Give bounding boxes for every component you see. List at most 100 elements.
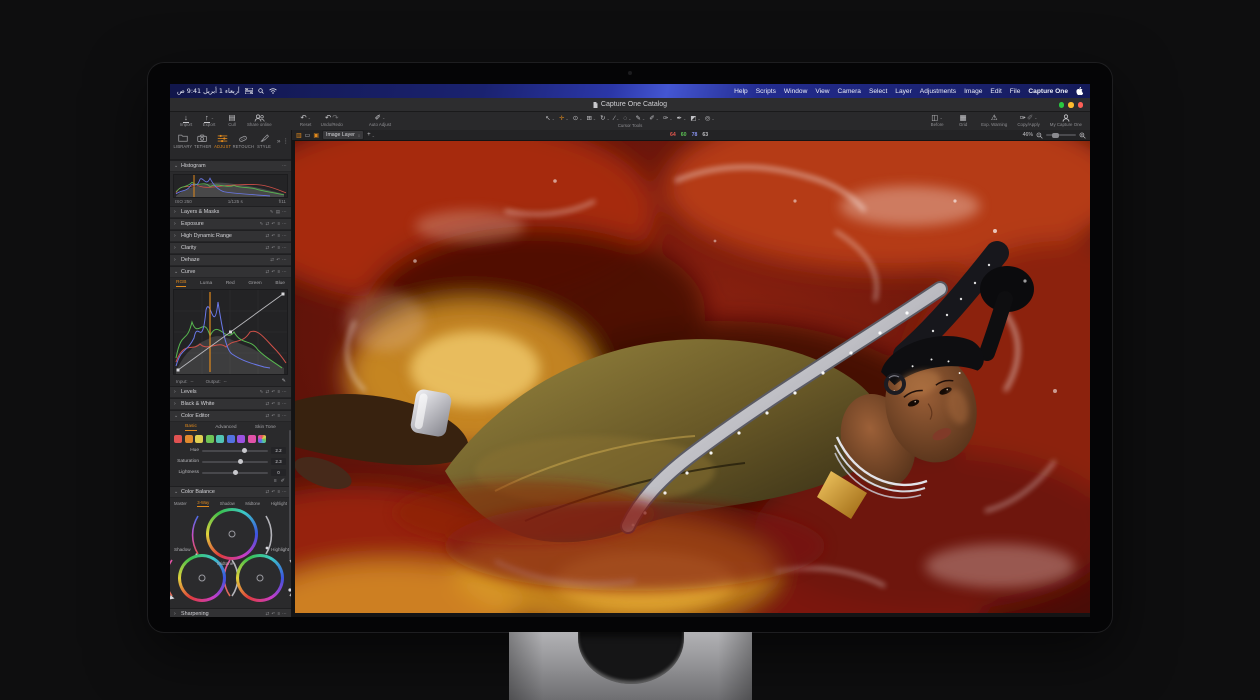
menu-item[interactable]: Help	[734, 88, 748, 95]
add-layer-button[interactable]: +⌄	[367, 132, 375, 138]
panel-color-balance-header[interactable]: ⌄ Color Balance ⇄ ↶ ≡ ⋯	[170, 486, 291, 498]
copy-apply-button[interactable]: ✑✐⌄ Copy/Apply	[1017, 113, 1039, 127]
before-button[interactable]: ◫⌄ Before	[929, 113, 945, 127]
panel-more-icon[interactable]: ⋯	[282, 163, 287, 169]
tab-retouch[interactable]: RETOUCH	[233, 133, 255, 149]
layer-selector[interactable]: Image Layer ↕	[322, 130, 364, 140]
slider-thumb[interactable]	[233, 470, 238, 475]
compare-view-icon[interactable]: ▣	[313, 132, 319, 139]
panel-action-icons[interactable]: ⇄ ↶ ≡ ⋯	[266, 611, 287, 617]
color-editor-tab[interactable]: Advanced	[215, 424, 236, 431]
panel-sharpening[interactable]: › Sharpening ⇄ ↶ ≡ ⋯	[170, 608, 291, 617]
panel-action-icons[interactable]: ⇄ ↶ ≡ ⋯	[266, 401, 287, 407]
panel-action-icons[interactable]: ⇄ ↶ ≡ ⋯	[266, 269, 287, 275]
slider-thumb[interactable]	[242, 448, 247, 453]
panel-layers-masks-header[interactable]: › Layers & Masks ✎ ▤ ⋯	[170, 206, 291, 218]
aqua-swatch[interactable]	[216, 435, 224, 443]
auto-adjust-button[interactable]: ✐⌄ Auto Adjust	[369, 113, 391, 127]
panel-action-icons[interactable]: ✎ ▤ ⋯	[270, 209, 287, 215]
highlight-wheel[interactable]	[236, 554, 284, 602]
undo-redo-button[interactable]: ↶↷ Undo/Redo	[321, 113, 343, 127]
color-balance-tab[interactable]: 3-Way	[197, 499, 209, 507]
erase-mask-tool[interactable]: ✐⌄	[649, 114, 659, 122]
tab-library[interactable]: LIBRARY	[173, 133, 193, 149]
pink-swatch[interactable]	[248, 435, 256, 443]
curve-channel-tab[interactable]: Blue	[275, 280, 285, 287]
multi-view-icon[interactable]: ▥	[296, 132, 302, 139]
slider-track[interactable]	[202, 472, 268, 474]
tab-menu-icon[interactable]: ⋮	[283, 137, 290, 145]
red-swatch[interactable]	[174, 435, 182, 443]
spot-removal-tool[interactable]: ◌⌄	[623, 115, 631, 122]
panel-histogram-header[interactable]: ⌄ Histogram ⋯	[170, 160, 291, 172]
color-balance-tab[interactable]: Shadow	[220, 500, 235, 507]
wifi-icon[interactable]	[269, 88, 277, 94]
curve-channel-tab[interactable]: Luma	[200, 280, 212, 287]
grid-button[interactable]: ▦ Grid	[955, 113, 971, 127]
sidebar-scrollbar[interactable]	[289, 430, 291, 560]
reset-button[interactable]: ↶⌄ Reset	[298, 113, 314, 127]
spotlight-search-icon[interactable]	[258, 88, 264, 94]
select-tool[interactable]: ↖⌄	[545, 114, 555, 122]
curve-graph[interactable]	[173, 289, 288, 375]
panel-exposure[interactable]: › Exposure ✎ ⇄ ↶ ≡ ⋯	[170, 218, 291, 230]
zoom-level-value[interactable]: 46%	[1023, 132, 1033, 138]
tab-adjust[interactable]: ADJUST	[213, 133, 233, 149]
heal-mask-tool[interactable]: ✑⌄	[663, 114, 673, 122]
close-window-button[interactable]	[1078, 102, 1084, 108]
panel-action-icons[interactable]: ✎ ⇄ ↶ ≡ ⋯	[260, 221, 287, 227]
menu-item[interactable]: Edit	[990, 88, 1001, 95]
color-editor-tab[interactable]: Basic	[185, 423, 197, 431]
curve-channel-tab[interactable]: Red	[226, 280, 235, 287]
pan-tool[interactable]: ✛⌄	[559, 114, 569, 122]
curve-channel-tab[interactable]: Green	[248, 280, 261, 287]
zoom-window-button[interactable]	[1059, 102, 1065, 108]
slider-thumb[interactable]	[238, 459, 243, 464]
yellow-swatch[interactable]	[195, 435, 203, 443]
panel-action-icons[interactable]: ⇄ ↶ ≡ ⋯	[266, 233, 287, 239]
cull-button[interactable]: ▤ Cull	[224, 113, 240, 127]
zoom-out-icon[interactable]	[1036, 132, 1043, 139]
export-button[interactable]: ↑⌄ Export	[201, 113, 217, 127]
all-colors-swatch[interactable]	[258, 435, 266, 443]
curve-channel-tab[interactable]: RGB	[176, 279, 186, 287]
rotate-tool[interactable]: ↻⌄	[600, 114, 610, 122]
tab-overflow-icon[interactable]: »	[277, 138, 281, 145]
crop-tool[interactable]: ⊞⌄	[586, 114, 596, 122]
tab-style[interactable]: STYLE	[254, 133, 274, 149]
photo-canvas[interactable]	[292, 141, 1090, 617]
my-capture-one-button[interactable]: My Capture One	[1050, 113, 1082, 127]
midtone-wheel[interactable]	[206, 508, 258, 560]
menu-item[interactable]: Capture One	[1028, 88, 1068, 95]
slider-value[interactable]: 2.3	[271, 458, 286, 465]
color-editor-tab[interactable]: Skin Tone	[255, 424, 276, 431]
zoom-in-icon[interactable]	[1079, 132, 1086, 139]
menu-item[interactable]: Image	[964, 88, 982, 95]
single-view-icon[interactable]: ▭	[305, 132, 311, 139]
slider-track[interactable]	[202, 461, 268, 463]
panel-color-editor-header[interactable]: ⌄ Color Editor ⇄ ↶ ≡ ⋯	[170, 410, 291, 422]
green-swatch[interactable]	[206, 435, 214, 443]
color-editor-list-icon[interactable]: ≡	[274, 478, 277, 486]
slider-track[interactable]	[202, 450, 268, 452]
orange-swatch[interactable]	[185, 435, 193, 443]
zoom-tool[interactable]: ⊙⌄	[573, 114, 583, 122]
menu-item[interactable]: Scripts	[756, 88, 776, 95]
menu-item[interactable]: View	[815, 88, 829, 95]
magic-brush-tool[interactable]: ◎⌄	[705, 114, 715, 122]
slider-value[interactable]: 2.2	[271, 447, 286, 454]
control-center-icon[interactable]	[245, 88, 253, 94]
zoom-slider-thumb[interactable]	[1052, 133, 1059, 138]
exposure-warning-button[interactable]: ⚠ Exp. Warning	[981, 113, 1007, 127]
panel-curve-header[interactable]: ⌄ Curve ⇄ ↶ ≡ ⋯	[170, 266, 291, 278]
menu-item[interactable]: Camera	[838, 88, 861, 95]
panel-action-icons[interactable]: ⇄ ↶ ≡ ⋯	[266, 245, 287, 251]
draw-mask-tool[interactable]: ✎⌄	[635, 114, 645, 122]
menu-item[interactable]: Adjustments	[920, 88, 956, 95]
slider-value[interactable]: 0	[271, 469, 286, 476]
zoom-slider[interactable]	[1046, 134, 1076, 136]
curve-picker-icon[interactable]: ✎	[282, 378, 286, 384]
menu-item[interactable]: Window	[784, 88, 807, 95]
panel-black-white[interactable]: › Black & White ⇄ ↶ ≡ ⋯	[170, 398, 291, 410]
straighten-tool[interactable]: ∕⌄	[614, 115, 619, 122]
